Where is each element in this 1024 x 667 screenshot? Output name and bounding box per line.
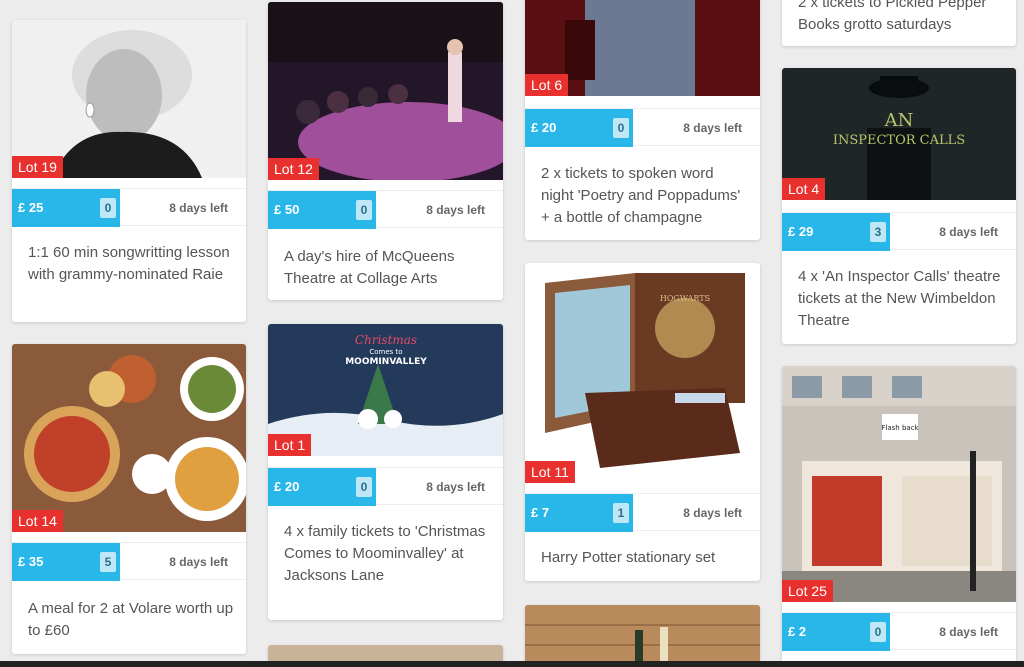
auction-card-lot-14[interactable]: Lot 14 £ 35 5 8 days left A meal for 2 a…: [12, 344, 246, 654]
lot-title[interactable]: Harry Potter stationary set: [541, 547, 750, 569]
current-price[interactable]: £ 20 0: [268, 468, 376, 506]
current-price[interactable]: £ 20 0: [525, 109, 633, 147]
lot-image[interactable]: [268, 2, 503, 180]
auction-card-lot-19[interactable]: Lot 19 £ 25 0 8 days left 1:1 60 min son…: [12, 20, 246, 322]
bottom-bar: [0, 661, 1024, 667]
lot-badge: Lot 4: [782, 178, 826, 200]
time-left: 8 days left: [939, 225, 998, 239]
time-left: 8 days left: [169, 201, 228, 215]
bid-row: £ 25 0 8 days left: [12, 188, 246, 227]
lot-badge: Lot 12: [268, 158, 319, 180]
current-price[interactable]: £ 35 5: [12, 543, 120, 581]
bid-count: 0: [100, 198, 116, 218]
auction-card-partial[interactable]: [525, 605, 760, 667]
current-price[interactable]: £ 50 0: [268, 191, 376, 229]
bid-count: 5: [100, 552, 116, 572]
lot-image[interactable]: [12, 344, 246, 532]
lot-badge: Lot 14: [12, 510, 63, 532]
bid-row: £ 35 5 8 days left: [12, 542, 246, 581]
time-left: 8 days left: [426, 203, 485, 217]
lot-title[interactable]: 4 x family tickets to 'Christmas Comes t…: [284, 521, 493, 587]
image-text: AN: [884, 110, 914, 131]
bid-row: £ 7 1 8 days left: [525, 493, 760, 532]
auction-card-lot-4[interactable]: AN INSPECTOR CALLS Lot 4 £ 29 3 8 days l…: [782, 68, 1016, 344]
lot-badge: Lot 25: [782, 580, 833, 602]
bid-count: 0: [356, 477, 372, 497]
lot-badge: Lot 6: [525, 74, 569, 96]
lot-title[interactable]: 2 x tickets to Pickled Pepper Books grot…: [798, 0, 1006, 36]
lot-title[interactable]: 4 x 'An Inspector Calls' theatre tickets…: [798, 266, 1006, 332]
lot-title[interactable]: 1:1 60 min songwritting lesson with gram…: [28, 242, 236, 286]
current-price[interactable]: £ 2 0: [782, 613, 890, 651]
time-left: 8 days left: [169, 555, 228, 569]
bid-count: 0: [870, 622, 886, 642]
time-left: 8 days left: [683, 506, 742, 520]
time-left: 8 days left: [426, 480, 485, 494]
auction-card-lot-11[interactable]: HOGWARTS Lot 11 £ 7 1 8 days left Harry …: [525, 263, 760, 581]
auction-card-lot-12[interactable]: Lot 12 £ 50 0 8 days left A day's hire o…: [268, 2, 503, 300]
lot-badge: Lot 1: [268, 434, 312, 456]
bid-row: £ 50 0 8 days left: [268, 190, 503, 229]
lot-title[interactable]: 2 x tickets to spoken word night 'Poetry…: [541, 163, 750, 229]
lot-title[interactable]: A meal for 2 at Volare worth up to £60: [28, 598, 236, 642]
bid-count: 0: [356, 200, 372, 220]
bid-count: 0: [613, 118, 629, 138]
auction-card-pickled-pepper[interactable]: 2 x tickets to Pickled Pepper Books grot…: [782, 0, 1016, 46]
auction-card-lot-6[interactable]: Lot 6 £ 20 0 8 days left 2 x tickets to …: [525, 0, 760, 240]
lot-image[interactable]: [12, 20, 246, 178]
image-text: Flash back: [881, 424, 919, 432]
time-left: 8 days left: [939, 625, 998, 639]
bid-count: 3: [870, 222, 886, 242]
lot-badge: Lot 11: [525, 461, 575, 483]
image-text: MOOMINVALLEY: [345, 357, 427, 367]
image-text: Christmas: [355, 333, 417, 347]
lot-title[interactable]: A day's hire of McQueens Theatre at Coll…: [284, 246, 493, 290]
current-price[interactable]: £ 29 3: [782, 213, 890, 251]
lot-image[interactable]: HOGWARTS: [525, 263, 760, 483]
time-left: 8 days left: [683, 121, 742, 135]
lot-image[interactable]: [525, 605, 760, 667]
image-text: INSPECTOR CALLS: [833, 133, 965, 148]
image-text: Comes to: [369, 348, 402, 356]
bid-count: 1: [613, 503, 629, 523]
current-price[interactable]: £ 7 1: [525, 494, 633, 532]
current-price[interactable]: £ 25 0: [12, 189, 120, 227]
bid-row: £ 2 0 8 days left: [782, 612, 1016, 651]
image-text: HOGWARTS: [660, 294, 710, 303]
bid-row: £ 20 0 8 days left: [525, 108, 760, 147]
auction-card-lot-25[interactable]: Flash back Lot 25 £ 2 0 8 days left: [782, 366, 1016, 666]
bid-row: £ 20 0 8 days left: [268, 467, 503, 506]
auction-card-lot-1[interactable]: Christmas Comes to MOOMINVALLEY Lot 1 £ …: [268, 324, 503, 620]
lot-badge: Lot 19: [12, 156, 63, 178]
bid-row: £ 29 3 8 days left: [782, 212, 1016, 251]
lot-image[interactable]: Flash back: [782, 366, 1016, 602]
